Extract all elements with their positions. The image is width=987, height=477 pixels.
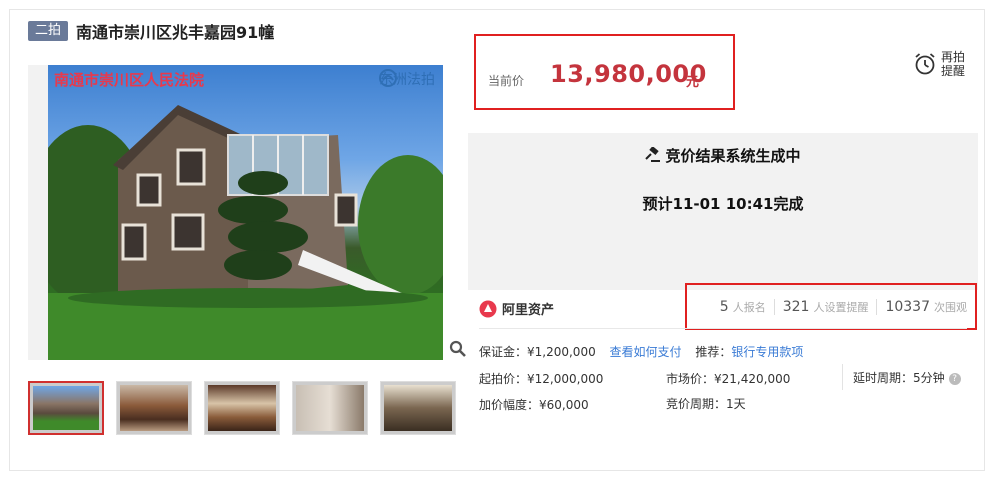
- thumbnail[interactable]: [292, 381, 368, 435]
- thumbnail[interactable]: [380, 381, 456, 435]
- gavel-icon: [645, 146, 661, 162]
- current-price-label: 当前价: [488, 74, 525, 88]
- brand-watermark: 东洲法拍: [379, 69, 435, 89]
- delay-period-row: 延时周期：5分钟?: [853, 369, 961, 386]
- page-title: 南通市崇川区兆丰嘉园91幢: [76, 23, 275, 42]
- deposit-value: 保证金：¥1,200,000: [479, 345, 596, 359]
- thumbnail[interactable]: [116, 381, 192, 435]
- title-row: 二拍 南通市崇川区兆丰嘉园91幢: [28, 20, 274, 42]
- current-price-value: 13,980,000: [550, 60, 707, 88]
- alarm-clock-icon: [915, 53, 935, 75]
- house-illustration: [48, 105, 443, 360]
- stat-views: 10337 次围观: [877, 299, 967, 315]
- stat-num: 5: [719, 298, 729, 315]
- main-photo[interactable]: 南通市崇川区人民法院 东洲法拍: [48, 65, 443, 360]
- status-line-generating: 竞价结果系统生成中: [468, 145, 978, 166]
- column-divider: [842, 364, 843, 390]
- delay-period: 延时周期：5分钟: [853, 371, 945, 385]
- zoom-icon[interactable]: [449, 340, 467, 358]
- status-line-eta: 预计11-01 10:41完成: [642, 195, 804, 213]
- stat-num: 321: [782, 298, 810, 315]
- re-auction-remind-button[interactable]: 再拍提醒: [914, 50, 966, 78]
- start-price: 起拍价：¥12,000,000: [479, 372, 604, 386]
- thumbnail[interactable]: [28, 381, 104, 435]
- auction-status-panel: 竞价结果系统生成中 预计11-01 10:41完成: [468, 133, 978, 290]
- auction-stats: 5 人报名 321 人设置提醒 10337 次围观: [685, 283, 977, 330]
- recommend-label: 推荐：: [695, 345, 732, 359]
- divider: [479, 328, 967, 329]
- round-badge: 二拍: [28, 21, 69, 41]
- watermark-logo-icon: [379, 69, 397, 87]
- thumbnail[interactable]: [204, 381, 280, 435]
- ali-asset-logo-icon: [479, 300, 497, 317]
- bid-period: 竞价周期：1天: [666, 397, 746, 411]
- help-icon[interactable]: ?: [948, 372, 961, 385]
- bid-increment: 加价幅度：¥60,000: [479, 398, 589, 412]
- status-text-generating: 竞价结果系统生成中: [665, 147, 801, 165]
- brand-name: 阿里资产: [502, 303, 555, 318]
- deposit-row: 保证金：¥1,200,000 查看如何支付 推荐：银行专用款项: [479, 343, 803, 360]
- remind-label: 再拍提醒: [940, 50, 965, 78]
- stat-label: 次围观: [934, 300, 967, 314]
- bank-payment-link[interactable]: 银行专用款项: [731, 345, 803, 359]
- stat-registered: 5 人报名: [712, 298, 775, 315]
- court-watermark: 南通市崇川区人民法院: [54, 71, 205, 89]
- stat-label: 人报名: [732, 300, 766, 314]
- market-price: 市场价：¥21,420,000: [666, 372, 791, 386]
- current-price-unit: 元: [686, 75, 700, 90]
- thumbnail-strip: [28, 381, 456, 435]
- how-to-pay-link[interactable]: 查看如何支付: [610, 345, 682, 359]
- photo-side-panel: [28, 65, 48, 360]
- stat-reminders: 321 人设置提醒: [775, 298, 878, 315]
- stat-num: 10337: [885, 298, 930, 315]
- ali-asset-brand: 阿里资产: [479, 299, 554, 318]
- stat-label: 人设置提醒: [813, 300, 869, 314]
- current-price-box: 当前价 13,980,000 元: [474, 34, 735, 110]
